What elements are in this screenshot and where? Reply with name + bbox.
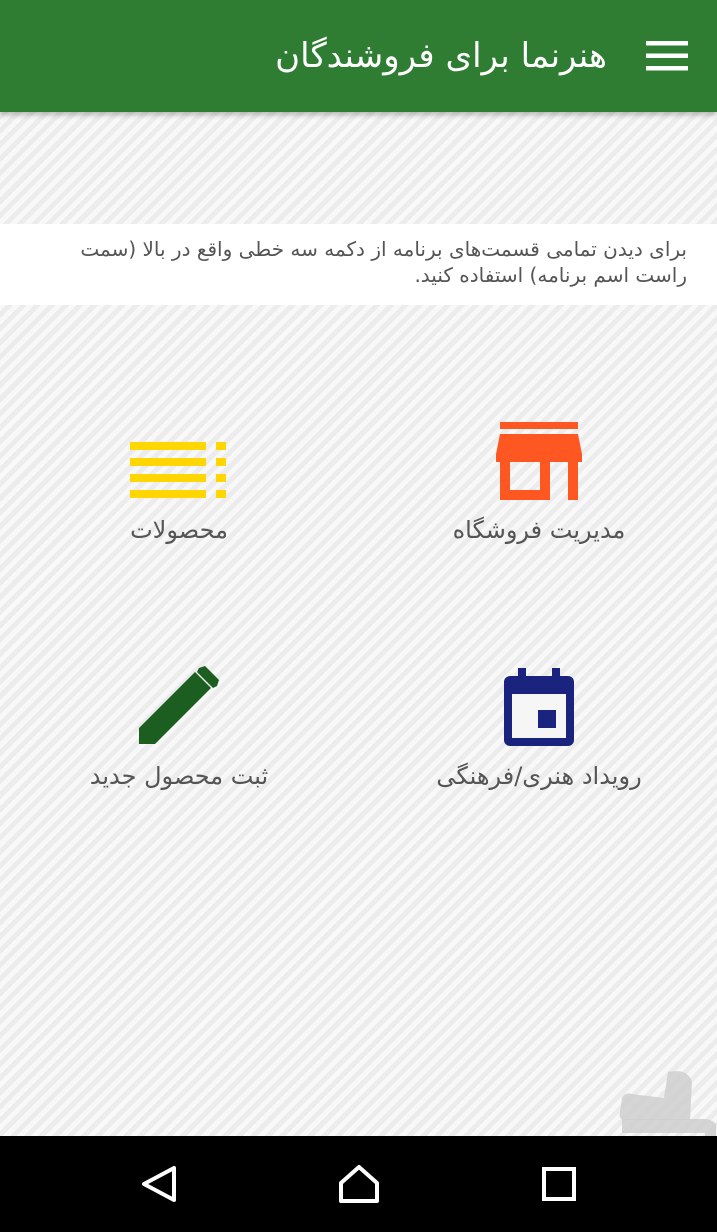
system-nav-bar	[0, 1136, 717, 1232]
new-product-label: ثبت محصول جدید	[89, 762, 269, 790]
menu-button[interactable]	[641, 30, 693, 82]
hamburger-menu-icon[interactable]	[646, 41, 688, 71]
recents-button[interactable]	[509, 1136, 609, 1232]
app-bar: هنرنما برای فروشندگان	[0, 0, 717, 112]
app-title: هنرنما برای فروشندگان	[275, 36, 607, 76]
products-label: محصولات	[130, 516, 228, 544]
new-product-tile[interactable]: ثبت محصول جدید	[29, 646, 329, 826]
calendar-event-icon	[504, 668, 574, 746]
recents-square-icon[interactable]	[541, 1166, 577, 1202]
art-event-label: رویداد هنری/فرهنگی	[436, 762, 642, 790]
store-icon	[496, 422, 582, 500]
products-tile[interactable]: محصولات	[29, 400, 329, 580]
product-list-icon	[130, 442, 226, 498]
store-management-label: مدیریت فروشگاه	[452, 516, 626, 544]
hint-text: برای دیدن تمامی قسمت‌های برنامه از دکمه …	[0, 224, 717, 305]
store-management-tile[interactable]: مدیریت فروشگاه	[389, 400, 689, 580]
home-icon[interactable]	[337, 1163, 381, 1205]
back-button[interactable]	[110, 1136, 210, 1232]
pencil-icon	[139, 666, 219, 744]
back-triangle-icon[interactable]	[140, 1164, 180, 1204]
home-button[interactable]	[309, 1136, 409, 1232]
art-event-tile[interactable]: رویداد هنری/فرهنگی	[389, 646, 689, 826]
